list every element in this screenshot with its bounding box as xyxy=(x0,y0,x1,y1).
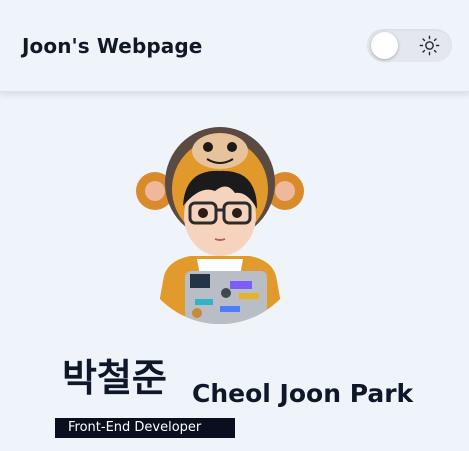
role-badge: Front-End Developer xyxy=(55,418,235,438)
name-korean: 박철준 xyxy=(62,356,167,400)
toggle-knob[interactable] xyxy=(371,32,398,59)
name-english: Cheol Joon Park xyxy=(192,379,414,408)
site-title[interactable]: Joon's Webpage xyxy=(22,34,202,58)
avatar-illustration xyxy=(136,127,304,324)
theme-toggle[interactable] xyxy=(367,29,452,62)
site-header: Joon's Webpage xyxy=(0,0,469,92)
sun-icon xyxy=(419,35,440,56)
